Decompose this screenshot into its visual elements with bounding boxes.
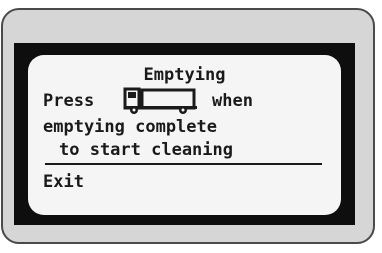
exit-softkey[interactable]: Exit (43, 171, 84, 193)
instruction-press-text: Press (43, 91, 95, 111)
display-bezel: Emptying Press when emptying complete to… (14, 43, 355, 225)
instruction-line-3: emptying complete (43, 117, 217, 137)
instruction-when-text: when (212, 91, 253, 111)
truck-icon (123, 87, 197, 114)
screen-title: Emptying (143, 65, 226, 85)
softkey-divider (45, 163, 322, 165)
lcd-screen: Emptying Press when emptying complete to… (28, 55, 341, 215)
instruction-line-4: to start cleaning (59, 140, 233, 160)
device-casing: Emptying Press when emptying complete to… (1, 8, 375, 244)
